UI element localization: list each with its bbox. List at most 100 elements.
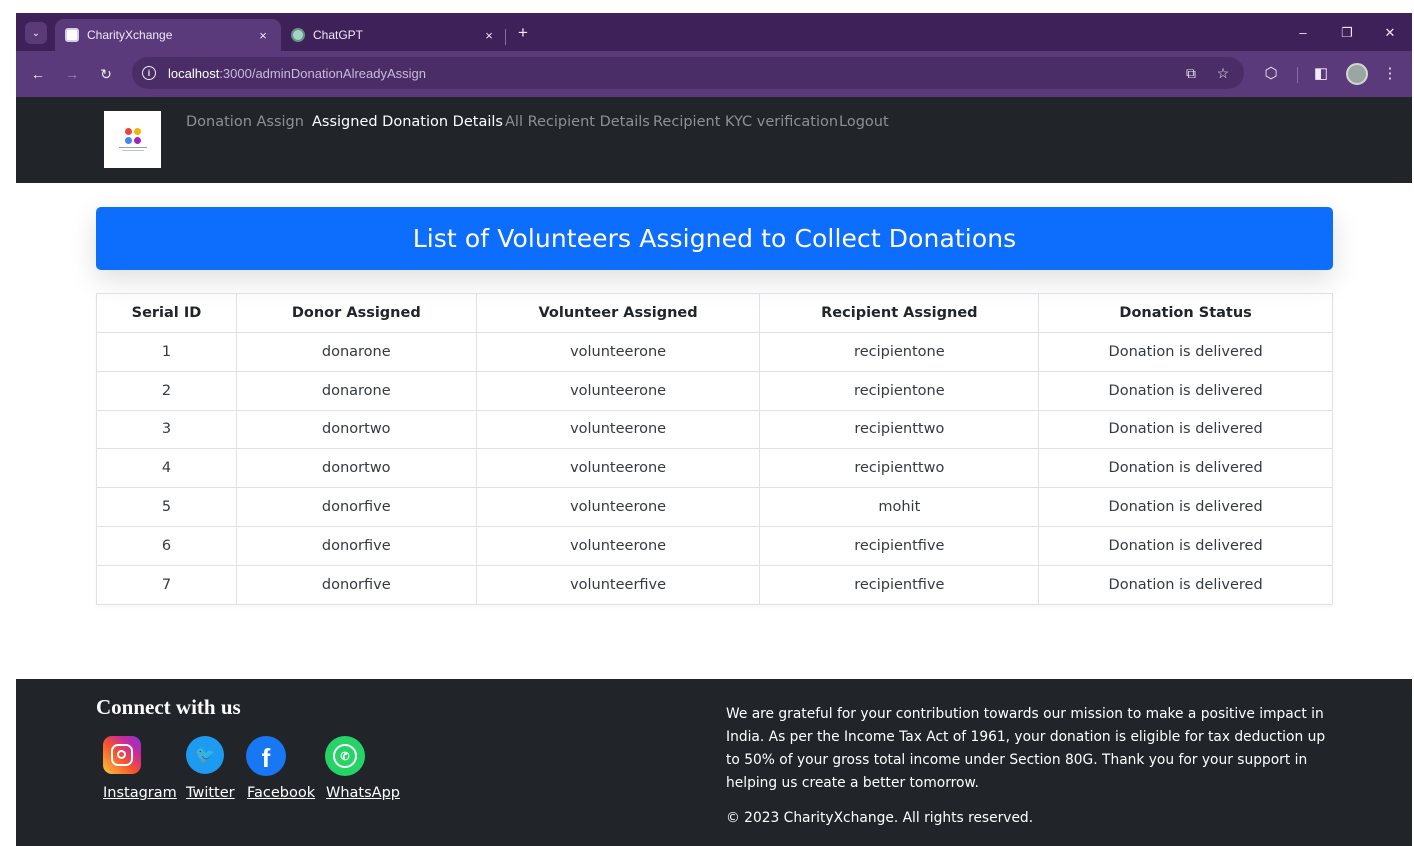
- volunteer-cell: volunteerone: [475, 370, 761, 411]
- tab-separator: [505, 29, 506, 45]
- assigned-donations-table: Serial ID Donor Assigned Volunteer Assig…: [96, 293, 1333, 605]
- toolbar-divider: [1297, 67, 1298, 83]
- serial-id-cell: 1: [96, 332, 237, 372]
- recipient-cell: recipientfive: [759, 525, 1040, 566]
- donor-cell: donarone: [235, 370, 477, 411]
- whatsapp-icon[interactable]: ✆: [325, 736, 365, 776]
- chatgpt-favicon-icon: [291, 28, 305, 42]
- charityxchange-logo[interactable]: [104, 111, 161, 168]
- volunteer-cell: volunteerfive: [475, 564, 761, 605]
- recipient-cell: recipienttwo: [759, 448, 1040, 489]
- forward-arrow-icon[interactable]: →: [61, 63, 83, 85]
- browser-tab-bar: ⌄ CharityXchange × ChatGPT × + – ❐ ✕: [16, 13, 1412, 51]
- address-bar[interactable]: i localhost :3000/adminDonationAlreadyAs…: [132, 57, 1244, 89]
- volunteer-cell: volunteerone: [475, 332, 761, 372]
- donor-cell: donorfive: [235, 525, 477, 566]
- status-cell: Donation is delivered: [1038, 332, 1333, 372]
- reload-icon[interactable]: ↻: [95, 63, 117, 85]
- table-header-row: Serial ID Donor Assigned Volunteer Assig…: [96, 293, 1333, 333]
- install-app-icon[interactable]: ⧉: [1182, 64, 1200, 82]
- facebook-icon[interactable]: f: [246, 736, 286, 776]
- logo-flower-icon: [124, 128, 141, 144]
- nav-link-donation-assign[interactable]: Donation Assign: [186, 114, 304, 130]
- browser-tab-charityxchange[interactable]: CharityXchange ×: [55, 19, 281, 51]
- table-row: 7 donorfive volunteerfive recipientfive …: [96, 564, 1333, 605]
- facebook-link[interactable]: Facebook: [247, 785, 315, 801]
- status-cell: Donation is delivered: [1038, 409, 1333, 450]
- serial-id-cell: 7: [96, 564, 237, 605]
- footer-copyright: © 2023 CharityXchange. All rights reserv…: [726, 810, 1034, 826]
- table-row: 1 donarone volunteerone recipientone Don…: [96, 332, 1333, 372]
- volunteer-cell: volunteerone: [475, 487, 761, 527]
- status-cell: Donation is delivered: [1038, 525, 1333, 566]
- logo-text-line: [118, 147, 147, 148]
- table-row: 4 donortwo volunteerone recipienttwo Don…: [96, 448, 1333, 489]
- browser-menu-kebab-icon[interactable]: ⋮: [1379, 63, 1401, 85]
- tab-close-icon[interactable]: ×: [255, 28, 271, 43]
- column-header-serial-id: Serial ID: [96, 293, 237, 333]
- bookmark-star-icon[interactable]: ☆: [1214, 64, 1232, 82]
- page-title: List of Volunteers Assigned to Collect D…: [412, 224, 1017, 253]
- recipient-cell: mohit: [759, 487, 1040, 527]
- footer-heading: Connect with us: [96, 695, 241, 719]
- site-footer: Connect with us 🐦 f ✆ Instagram Twitter …: [16, 679, 1412, 846]
- browser-toolbar: ← → ↻ i localhost :3000/adminDonationAlr…: [16, 51, 1412, 97]
- donor-cell: donortwo: [235, 448, 477, 489]
- twitter-icon[interactable]: 🐦: [186, 736, 224, 774]
- profile-avatar[interactable]: [1346, 63, 1368, 85]
- site-navbar: Donation Assign Assigned Donation Detail…: [16, 97, 1412, 183]
- table-row: 6 donorfive volunteerone recipientfive D…: [96, 525, 1333, 566]
- table-row: 2 donarone volunteerone recipientone Don…: [96, 370, 1333, 411]
- recipient-cell: recipientfive: [759, 564, 1040, 605]
- column-header-donor-assigned: Donor Assigned: [235, 293, 477, 333]
- recipient-cell: recipientone: [759, 332, 1040, 372]
- column-header-donation-status: Donation Status: [1038, 293, 1333, 333]
- status-cell: Donation is delivered: [1038, 487, 1333, 527]
- nav-link-logout[interactable]: Logout: [839, 114, 889, 130]
- status-cell: Donation is delivered: [1038, 448, 1333, 489]
- minimize-window-button[interactable]: –: [1290, 23, 1316, 43]
- page-title-banner: List of Volunteers Assigned to Collect D…: [96, 207, 1333, 270]
- nav-link-all-recipient-details[interactable]: All Recipient Details: [505, 114, 650, 130]
- tab-close-icon[interactable]: ×: [481, 28, 497, 43]
- side-panel-icon[interactable]: ◧: [1310, 63, 1332, 85]
- close-window-button[interactable]: ✕: [1377, 23, 1403, 43]
- restore-window-button[interactable]: ❐: [1334, 23, 1360, 43]
- serial-id-cell: 4: [96, 448, 237, 489]
- back-arrow-icon[interactable]: ←: [27, 63, 49, 85]
- instagram-icon[interactable]: [103, 736, 141, 774]
- url-host: localhost: [168, 65, 220, 81]
- whatsapp-link[interactable]: WhatsApp: [326, 785, 400, 801]
- volunteer-cell: volunteerone: [475, 409, 761, 450]
- twitter-link[interactable]: Twitter: [186, 785, 235, 801]
- nav-link-recipient-kyc-verification[interactable]: Recipient KYC verification: [653, 114, 838, 130]
- volunteer-cell: volunteerone: [475, 448, 761, 489]
- status-cell: Donation is delivered: [1038, 564, 1333, 605]
- charityxchange-favicon-icon: [65, 28, 79, 42]
- donor-cell: donorfive: [235, 487, 477, 527]
- donor-cell: donorfive: [235, 564, 477, 605]
- status-cell: Donation is delivered: [1038, 370, 1333, 411]
- serial-id-cell: 6: [96, 525, 237, 566]
- tab-title: CharityXchange: [87, 28, 173, 42]
- column-header-recipient-assigned: Recipient Assigned: [759, 293, 1040, 333]
- tab-search-menu-icon[interactable]: ⌄: [25, 22, 47, 44]
- donor-cell: donarone: [235, 332, 477, 372]
- table-row: 5 donorfive volunteerone mohit Donation …: [96, 487, 1333, 527]
- browser-tab-chatgpt[interactable]: ChatGPT ×: [281, 19, 507, 51]
- donor-cell: donortwo: [235, 409, 477, 450]
- footer-message: We are grateful for your contribution to…: [726, 706, 1326, 791]
- site-info-icon[interactable]: i: [142, 66, 156, 80]
- new-tab-button[interactable]: +: [512, 23, 534, 45]
- serial-id-cell: 5: [96, 487, 237, 527]
- column-header-volunteer-assigned: Volunteer Assigned: [475, 293, 761, 333]
- extensions-puzzle-icon[interactable]: ⬡: [1260, 63, 1282, 85]
- browser-window-frame: ⌄ CharityXchange × ChatGPT × + – ❐ ✕ ← →…: [16, 13, 1412, 97]
- table-row: 3 donortwo volunteerone recipienttwo Don…: [96, 409, 1333, 450]
- url-path: :3000/adminDonationAlreadyAssign: [219, 65, 426, 81]
- recipient-cell: recipienttwo: [759, 409, 1040, 450]
- recipient-cell: recipientone: [759, 370, 1040, 411]
- instagram-link[interactable]: Instagram: [103, 785, 177, 801]
- logo-text-line: [121, 150, 144, 151]
- nav-link-assigned-donation-details[interactable]: Assigned Donation Details: [312, 114, 503, 130]
